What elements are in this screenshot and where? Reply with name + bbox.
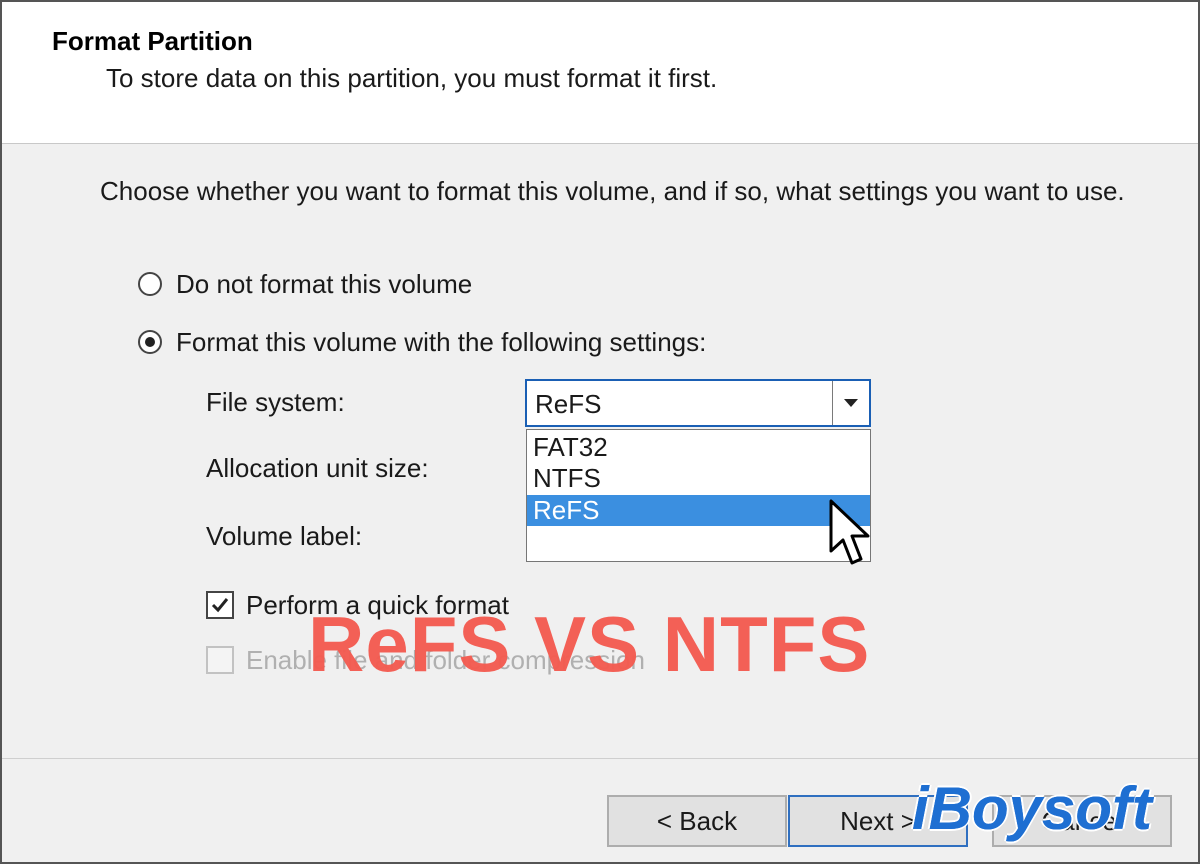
dropdown-toggle-button[interactable] bbox=[832, 381, 869, 425]
instruction-text: Choose whether you want to format this v… bbox=[100, 176, 1125, 206]
file-system-dropdown-list: FAT32 NTFS ReFS bbox=[526, 429, 871, 562]
back-button[interactable]: < Back bbox=[607, 795, 787, 847]
format-radio-option[interactable]: Format this volume with the following se… bbox=[138, 325, 706, 359]
format-radio[interactable] bbox=[138, 330, 162, 354]
checkmark-icon bbox=[211, 598, 229, 613]
file-system-select[interactable]: ReFS bbox=[525, 379, 871, 427]
dialog-header: Format Partition To store data on this p… bbox=[2, 2, 1198, 144]
brand-logo-text: iBoysoft bbox=[912, 775, 1152, 842]
file-system-label: File system: bbox=[206, 387, 345, 417]
quick-format-checkbox[interactable] bbox=[206, 591, 234, 619]
chevron-down-icon bbox=[844, 399, 858, 407]
overlay-title: ReFS VS NTFS bbox=[308, 600, 871, 688]
page-subtitle: To store data on this partition, you mus… bbox=[106, 63, 718, 93]
no-format-radio[interactable] bbox=[138, 272, 162, 296]
no-format-radio-option[interactable]: Do not format this volume bbox=[138, 267, 472, 301]
format-label: Format this volume with the following se… bbox=[176, 326, 707, 357]
dropdown-option-fat32[interactable]: FAT32 bbox=[527, 432, 870, 463]
dropdown-option-ntfs[interactable]: NTFS bbox=[527, 463, 870, 494]
page-title: Format Partition bbox=[52, 26, 253, 56]
compression-checkbox bbox=[206, 646, 234, 674]
mouse-pointer-icon bbox=[829, 499, 870, 565]
file-system-selected-value: ReFS bbox=[535, 389, 602, 419]
footer-divider bbox=[2, 758, 1198, 759]
dropdown-option-refs[interactable]: ReFS bbox=[527, 495, 870, 526]
no-format-label: Do not format this volume bbox=[176, 268, 473, 299]
volume-label-label: Volume label: bbox=[206, 521, 363, 551]
allocation-unit-size-label: Allocation unit size: bbox=[206, 453, 429, 483]
format-partition-dialog: Format Partition To store data on this p… bbox=[0, 0, 1200, 864]
